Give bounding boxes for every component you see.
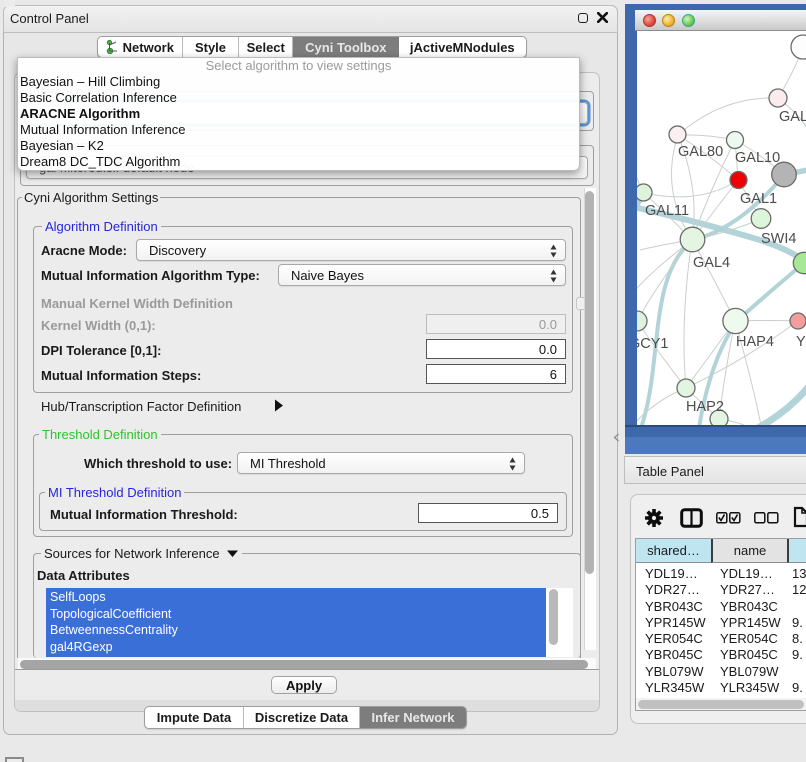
svg-text:GAL4: GAL4 xyxy=(693,255,730,271)
svg-text:GAL10: GAL10 xyxy=(735,150,780,166)
svg-text:Y: Y xyxy=(796,334,806,350)
svg-text:SWI4: SWI4 xyxy=(761,231,796,247)
svg-text:GAL80: GAL80 xyxy=(678,144,723,160)
svg-text:GAL11: GAL11 xyxy=(645,203,689,219)
svg-text:GAL1: GAL1 xyxy=(740,191,777,207)
svg-text:HAP2: HAP2 xyxy=(686,399,724,415)
svg-text:GAL: GAL xyxy=(779,109,806,125)
svg-text:GCY1: GCY1 xyxy=(637,336,669,352)
svg-text:HAP4: HAP4 xyxy=(736,334,774,350)
